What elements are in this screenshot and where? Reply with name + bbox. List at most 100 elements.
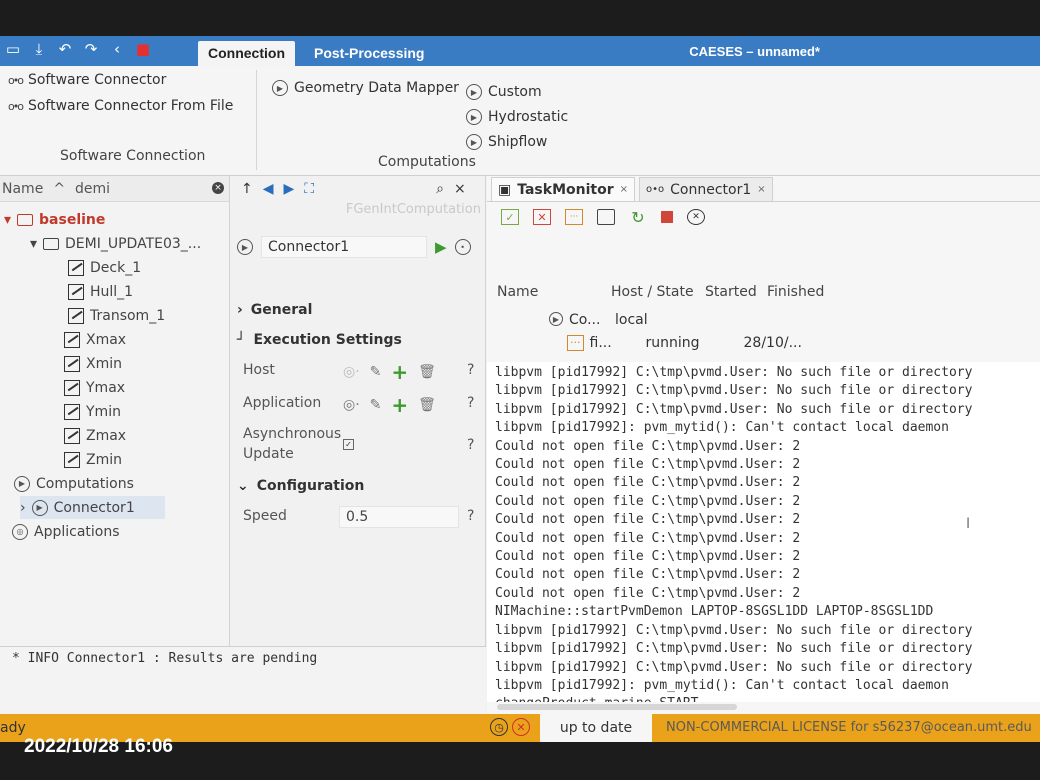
select-icon[interactable]: ⛶ xyxy=(304,181,314,197)
tab-post-processing[interactable]: Post-Processing xyxy=(304,41,434,66)
section-configuration[interactable]: ⌄ Configuration xyxy=(237,478,364,494)
log-line: Could not open file C:\tmp\pvmd.User: 2 xyxy=(495,493,801,509)
nav-back-icon[interactable]: ◀ xyxy=(263,181,274,197)
history-icon[interactable]: ◷ xyxy=(490,718,508,736)
tree-filter-input[interactable]: demi xyxy=(75,181,110,197)
collapse-icon: ┘ xyxy=(237,332,246,348)
window-icon[interactable] xyxy=(597,209,615,225)
close-icon[interactable]: × xyxy=(454,181,466,197)
application-select-icon[interactable]: ◎· xyxy=(343,397,360,413)
connector-icon: o•o xyxy=(8,99,24,113)
parameter-icon xyxy=(64,331,80,348)
hydrostatic-button[interactable]: ▶ Hydrostatic xyxy=(466,109,568,125)
tab-connector1[interactable]: o•o Connector1 × xyxy=(639,177,773,201)
error-icon[interactable]: ✕ xyxy=(512,718,530,736)
tree-item-xmax[interactable]: Xmax xyxy=(64,328,126,351)
open-icon[interactable]: ▭ xyxy=(4,40,22,58)
nav-forward-icon[interactable]: ▶ xyxy=(284,181,295,197)
tree-item-hull[interactable]: Hull_1 xyxy=(68,280,133,303)
tab-taskmonitor[interactable]: ▣ TaskMonitor × xyxy=(491,177,635,201)
run-icon[interactable]: ▶ xyxy=(435,238,447,256)
tree-item-zmin[interactable]: Zmin xyxy=(64,448,122,471)
tree-item-label: DEMI_UPDATE03_... xyxy=(65,235,202,252)
software-connector-from-file-label: Software Connector From File xyxy=(27,98,234,114)
horizontal-scrollbar[interactable] xyxy=(497,704,737,710)
refresh-icon[interactable]: ↻ xyxy=(629,208,647,227)
column-host-state[interactable]: Host / State xyxy=(611,284,705,300)
check-icon[interactable]: ✓ xyxy=(501,209,519,225)
monitor-toolbar: ✓ ✕ ··· ↻ ✕ xyxy=(487,202,1040,232)
pending-filter-icon[interactable]: ··· xyxy=(565,209,583,225)
undo-icon[interactable]: ↶ xyxy=(56,40,74,58)
save-icon[interactable]: ⤓ xyxy=(30,40,48,58)
section-general[interactable]: › General xyxy=(237,302,312,318)
shipflow-button[interactable]: ▶ Shipflow xyxy=(466,134,547,150)
parameter-icon xyxy=(64,427,80,444)
tree-item-applications[interactable]: ◎ Applications xyxy=(12,520,120,543)
group-label-software-connection: Software Connection xyxy=(60,148,206,164)
tree-item-ymax[interactable]: Ymax xyxy=(64,376,125,399)
stop-icon[interactable]: ■ xyxy=(134,40,152,58)
column-started[interactable]: Started xyxy=(705,284,767,300)
delete-icon[interactable]: 🗑 xyxy=(418,397,436,413)
info-message: * INFO Connector1 : Results are pending xyxy=(12,651,318,666)
options-icon[interactable]: • xyxy=(454,239,471,255)
delete-icon[interactable]: 🗑 xyxy=(418,364,436,380)
error-filter-icon[interactable]: ✕ xyxy=(533,209,551,225)
expand-icon[interactable]: › xyxy=(20,500,26,516)
custom-button[interactable]: ▶ Custom xyxy=(466,84,542,100)
host-select-icon[interactable]: ◎· xyxy=(343,364,360,380)
speed-input[interactable]: 0.5 xyxy=(339,506,459,528)
computation-icon: ▶ xyxy=(272,80,288,96)
tree-item-label: Connector1 xyxy=(53,499,135,516)
tree-item-connector1[interactable]: › ▶ Connector1 xyxy=(20,496,165,519)
tree-item-zmax[interactable]: Zmax xyxy=(64,424,126,447)
edit-icon[interactable]: ✎ xyxy=(370,364,382,380)
cancel-icon[interactable]: ✕ xyxy=(687,209,705,225)
task-row[interactable]: ··· fi... running 28/10/... xyxy=(527,335,802,351)
geometry-data-mapper-button[interactable]: ▶ Geometry Data Mapper xyxy=(272,80,459,96)
speed-help[interactable]: ? xyxy=(467,508,474,524)
host-help[interactable]: ? xyxy=(467,362,474,378)
ribbon-separator xyxy=(256,70,257,170)
tab-connection[interactable]: Connection xyxy=(198,41,295,66)
tree-item-baseline[interactable]: ▾ baseline xyxy=(4,208,105,231)
software-connector-button[interactable]: o•o Software Connector xyxy=(8,72,166,88)
redo-icon[interactable]: ↷ xyxy=(82,40,100,58)
applications-icon: ◎ xyxy=(12,523,28,540)
edit-icon[interactable]: ✎ xyxy=(370,397,382,413)
software-connector-from-file-button[interactable]: o•o Software Connector From File xyxy=(8,98,233,114)
speed-label: Speed xyxy=(243,508,287,524)
tree-item-ymin[interactable]: Ymin xyxy=(64,400,121,423)
section-execution-settings[interactable]: ┘ Execution Settings xyxy=(237,332,402,348)
close-tab-icon[interactable]: × xyxy=(757,184,765,195)
add-icon[interactable]: + xyxy=(391,393,408,417)
tree-item-deck[interactable]: Deck_1 xyxy=(68,256,141,279)
sort-icon[interactable]: ^ xyxy=(53,181,65,197)
tree-item-transom[interactable]: Transom_1 xyxy=(68,304,165,327)
async-update-checkbox[interactable]: ✓ xyxy=(343,439,354,450)
tree-item-xmin[interactable]: Xmin xyxy=(64,352,122,375)
add-icon[interactable]: + xyxy=(391,360,408,384)
column-finished[interactable]: Finished xyxy=(767,284,824,300)
log-line: Could not open file C:\tmp\pvmd.User: 2 xyxy=(495,530,801,546)
async-update-help[interactable]: ? xyxy=(467,437,474,453)
close-tab-icon[interactable]: × xyxy=(620,184,628,195)
pin-icon[interactable]: ↑ xyxy=(241,181,253,197)
stop-icon[interactable] xyxy=(661,211,673,223)
hydrostatic-label: Hydrostatic xyxy=(488,109,569,125)
task-row[interactable]: ▶ Co... local xyxy=(527,312,648,328)
column-name[interactable]: Name xyxy=(497,284,611,300)
expand-icon[interactable]: ▾ xyxy=(30,236,37,252)
connector-name-field[interactable]: Connector1 xyxy=(261,236,427,258)
back-icon[interactable]: ‹ xyxy=(108,40,126,58)
tree-item-computations[interactable]: ▶ Computations xyxy=(14,472,134,495)
application-help[interactable]: ? xyxy=(467,395,474,411)
search-icon[interactable]: ⌕ xyxy=(436,181,444,197)
name-column-label: Name xyxy=(2,180,44,197)
task-log-output[interactable]: libpvm [pid17992] C:\tmp\pvmd.User: No s… xyxy=(487,362,1040,702)
expand-icon[interactable]: ▾ xyxy=(4,212,11,228)
log-line: libpvm [pid17992] C:\tmp\pvmd.User: No s… xyxy=(495,641,973,657)
tree-item-demi-update[interactable]: ▾ DEMI_UPDATE03_... xyxy=(30,232,201,255)
clear-filter-icon[interactable]: × xyxy=(212,182,224,194)
